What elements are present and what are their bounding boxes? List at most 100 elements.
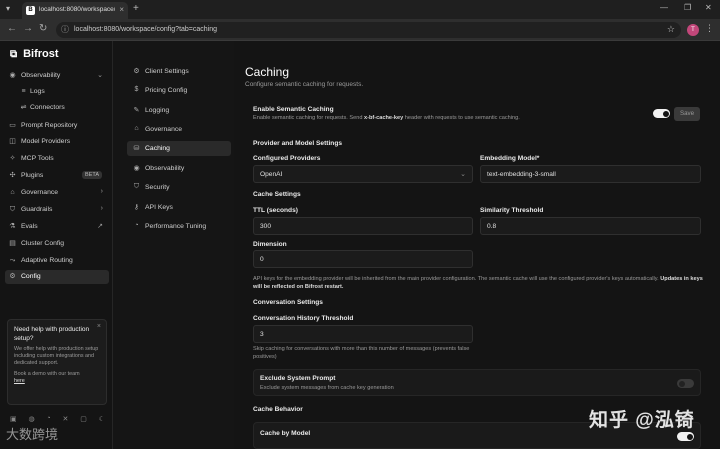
help-cta-text: Book a demo with our team: [14, 371, 80, 377]
sidebar-item-evals[interactable]: ⚗ Evals ↗: [5, 220, 109, 234]
sidebar-item-adaptive-routing[interactable]: ⤳ Adaptive Routing: [5, 254, 109, 268]
tab-close-icon[interactable]: ×: [119, 5, 124, 14]
sidebar-item-config[interactable]: ⚙ Config: [5, 270, 109, 284]
brand[interactable]: ⧉ Bifrost: [10, 48, 59, 60]
page-title: Caching: [245, 65, 290, 79]
url-text: localhost:8080/workspace/config?tab=cach…: [74, 26, 218, 33]
tab-favicon-icon: B: [26, 6, 35, 15]
similarity-threshold-value: 0.8: [487, 223, 497, 230]
sliders-icon: ⚙: [133, 68, 140, 75]
dimension-input[interactable]: 0: [253, 250, 473, 268]
ttl-label: TTL (seconds): [253, 207, 298, 214]
exclude-system-prompt-toggle[interactable]: [677, 379, 694, 388]
site-info-icon[interactable]: ⓘ: [61, 24, 69, 35]
config-tab-logging[interactable]: ✎ Logging: [127, 103, 231, 118]
book-demo-link[interactable]: here: [14, 378, 25, 384]
config-tab-label: Observability: [145, 164, 185, 172]
sidebar-item-mcp-tools[interactable]: ✧ MCP Tools: [5, 152, 109, 166]
history-threshold-help: Skip caching for conversations with more…: [253, 346, 470, 360]
sidebar-item-plugins[interactable]: ✣ Plugins BETA: [5, 169, 109, 183]
tab-search-icon[interactable]: ▾: [6, 4, 16, 14]
sidebar-item-model-providers[interactable]: ◫ Model Providers: [5, 135, 109, 149]
cache-settings-heading: Cache Settings: [253, 191, 301, 198]
cache-by-model-toggle[interactable]: [677, 432, 694, 441]
config-tab-pricing-config[interactable]: $ Pricing Config: [127, 83, 231, 98]
cache-key-header: x-bf-cache-key: [364, 115, 404, 121]
chevron-right-icon: ›: [100, 205, 103, 212]
app-sidebar: ⧉ Bifrost ◉ Observability ⌄ ≡ Logs ⇌ Con…: [0, 41, 113, 449]
flask-icon: ⚗: [9, 223, 16, 230]
config-tab-caching[interactable]: ⛁ Caching: [127, 141, 231, 156]
toggle-knob: [678, 380, 685, 387]
configured-providers-value: OpenAI: [260, 171, 283, 178]
sidebar-item-cluster-config[interactable]: ▤ Cluster Config: [5, 237, 109, 251]
semantic-caching-toggle[interactable]: [653, 109, 670, 118]
sidebar-item-prompt-repository[interactable]: ▭ Prompt Repository: [5, 119, 109, 133]
restore-icon[interactable]: ❐: [684, 3, 691, 12]
browser-tab[interactable]: B localhost:8080/workspace/conf ×: [22, 2, 128, 19]
history-threshold-input[interactable]: 3: [253, 325, 473, 343]
window-close-icon[interactable]: ✕: [705, 3, 712, 12]
sidebar-item-label: Plugins: [21, 172, 44, 179]
sidebar-item-guardrails[interactable]: ⛉ Guardrails ›: [5, 203, 109, 217]
config-tab-client-settings[interactable]: ⚙ Client Settings: [127, 64, 231, 79]
ttl-value: 300: [260, 223, 272, 230]
cache-by-model-label: Cache by Model: [260, 430, 311, 437]
embedding-model-label: Embedding Model*: [480, 155, 540, 162]
forward-icon[interactable]: →: [23, 23, 33, 34]
sidebar-item-governance[interactable]: ⌂ Governance ›: [5, 186, 109, 200]
history-threshold-value: 3: [260, 331, 264, 338]
new-tab-icon[interactable]: +: [133, 3, 139, 14]
twitter-icon[interactable]: ✕: [63, 415, 69, 425]
config-tab-label: API Keys: [145, 203, 173, 211]
sidebar-item-label: Evals: [21, 223, 38, 230]
config-tab-api-keys[interactable]: ⚷ API Keys: [127, 200, 231, 215]
plug-icon: ⇌: [20, 104, 27, 111]
chevron-down-icon: ⌄: [97, 72, 103, 79]
config-tab-security[interactable]: ⛉ Security: [127, 180, 231, 195]
sidebar-item-observability[interactable]: ◉ Observability ⌄: [5, 69, 109, 83]
key-icon: ⚷: [133, 204, 140, 211]
minimize-icon[interactable]: —: [660, 3, 668, 12]
embedding-model-value: text-embedding-3-small: [487, 171, 556, 178]
history-threshold-label: Conversation History Threshold: [253, 315, 354, 322]
configured-providers-select[interactable]: OpenAI ⌄: [253, 165, 473, 183]
save-button[interactable]: Save: [674, 107, 700, 121]
shield-icon: ⛉: [133, 183, 140, 190]
bookmark-star-icon[interactable]: ☆: [667, 24, 675, 35]
sidebar-item-logs[interactable]: ≡ Logs: [5, 85, 109, 99]
theme-icon[interactable]: ☾: [99, 415, 105, 425]
sidebar-item-label: Adaptive Routing: [21, 257, 73, 264]
api-note-text: API keys for the embedding provider will…: [253, 276, 661, 282]
url-field[interactable]: ⓘ localhost:8080/workspace/config?tab=ca…: [56, 22, 681, 38]
profile-avatar[interactable]: T: [687, 24, 699, 36]
beta-badge: BETA: [82, 171, 102, 179]
semantic-caching-desc: Enable semantic caching for requests. Se…: [253, 115, 633, 123]
embedding-model-input[interactable]: text-embedding-3-small: [480, 165, 701, 183]
api-keys-note: API keys for the embedding provider will…: [253, 276, 703, 291]
config-tab-governance[interactable]: ⌂ Governance: [127, 122, 231, 137]
config-tab-observability[interactable]: ◉ Observability: [127, 161, 231, 176]
cache-behavior-heading: Cache Behavior: [253, 406, 303, 413]
similarity-threshold-label: Similarity Threshold: [480, 207, 544, 214]
reload-icon[interactable]: ↻: [39, 23, 47, 34]
sidebar-item-label: Cluster Config: [21, 240, 65, 247]
ttl-input[interactable]: 300: [253, 217, 473, 235]
config-tab-label: Security: [145, 183, 170, 191]
config-tab-label: Pricing Config: [145, 86, 188, 94]
sidebar-item-label: Config: [21, 273, 41, 280]
back-icon[interactable]: ←: [7, 23, 17, 34]
tab-title: localhost:8080/workspace/conf: [39, 6, 115, 13]
sidebar-item-connectors[interactable]: ⇌ Connectors: [5, 101, 109, 115]
close-icon[interactable]: ×: [97, 323, 101, 330]
linkedin-icon[interactable]: ▢: [80, 415, 87, 425]
similarity-threshold-input[interactable]: 0.8: [480, 217, 701, 235]
config-tab-label: Governance: [145, 125, 183, 133]
sidebar-item-label: Observability: [21, 72, 61, 79]
browser-menu-icon[interactable]: ⋮: [705, 23, 714, 34]
sidebar-item-label: Guardrails: [21, 206, 53, 213]
sidebar-item-label: Prompt Repository: [21, 122, 78, 129]
config-tab-performance-tuning[interactable]: ◔ Performance Tuning: [127, 219, 231, 234]
log-icon: ✎: [133, 107, 140, 114]
watermark-zhihu: 知乎 @泓锜: [589, 410, 695, 431]
